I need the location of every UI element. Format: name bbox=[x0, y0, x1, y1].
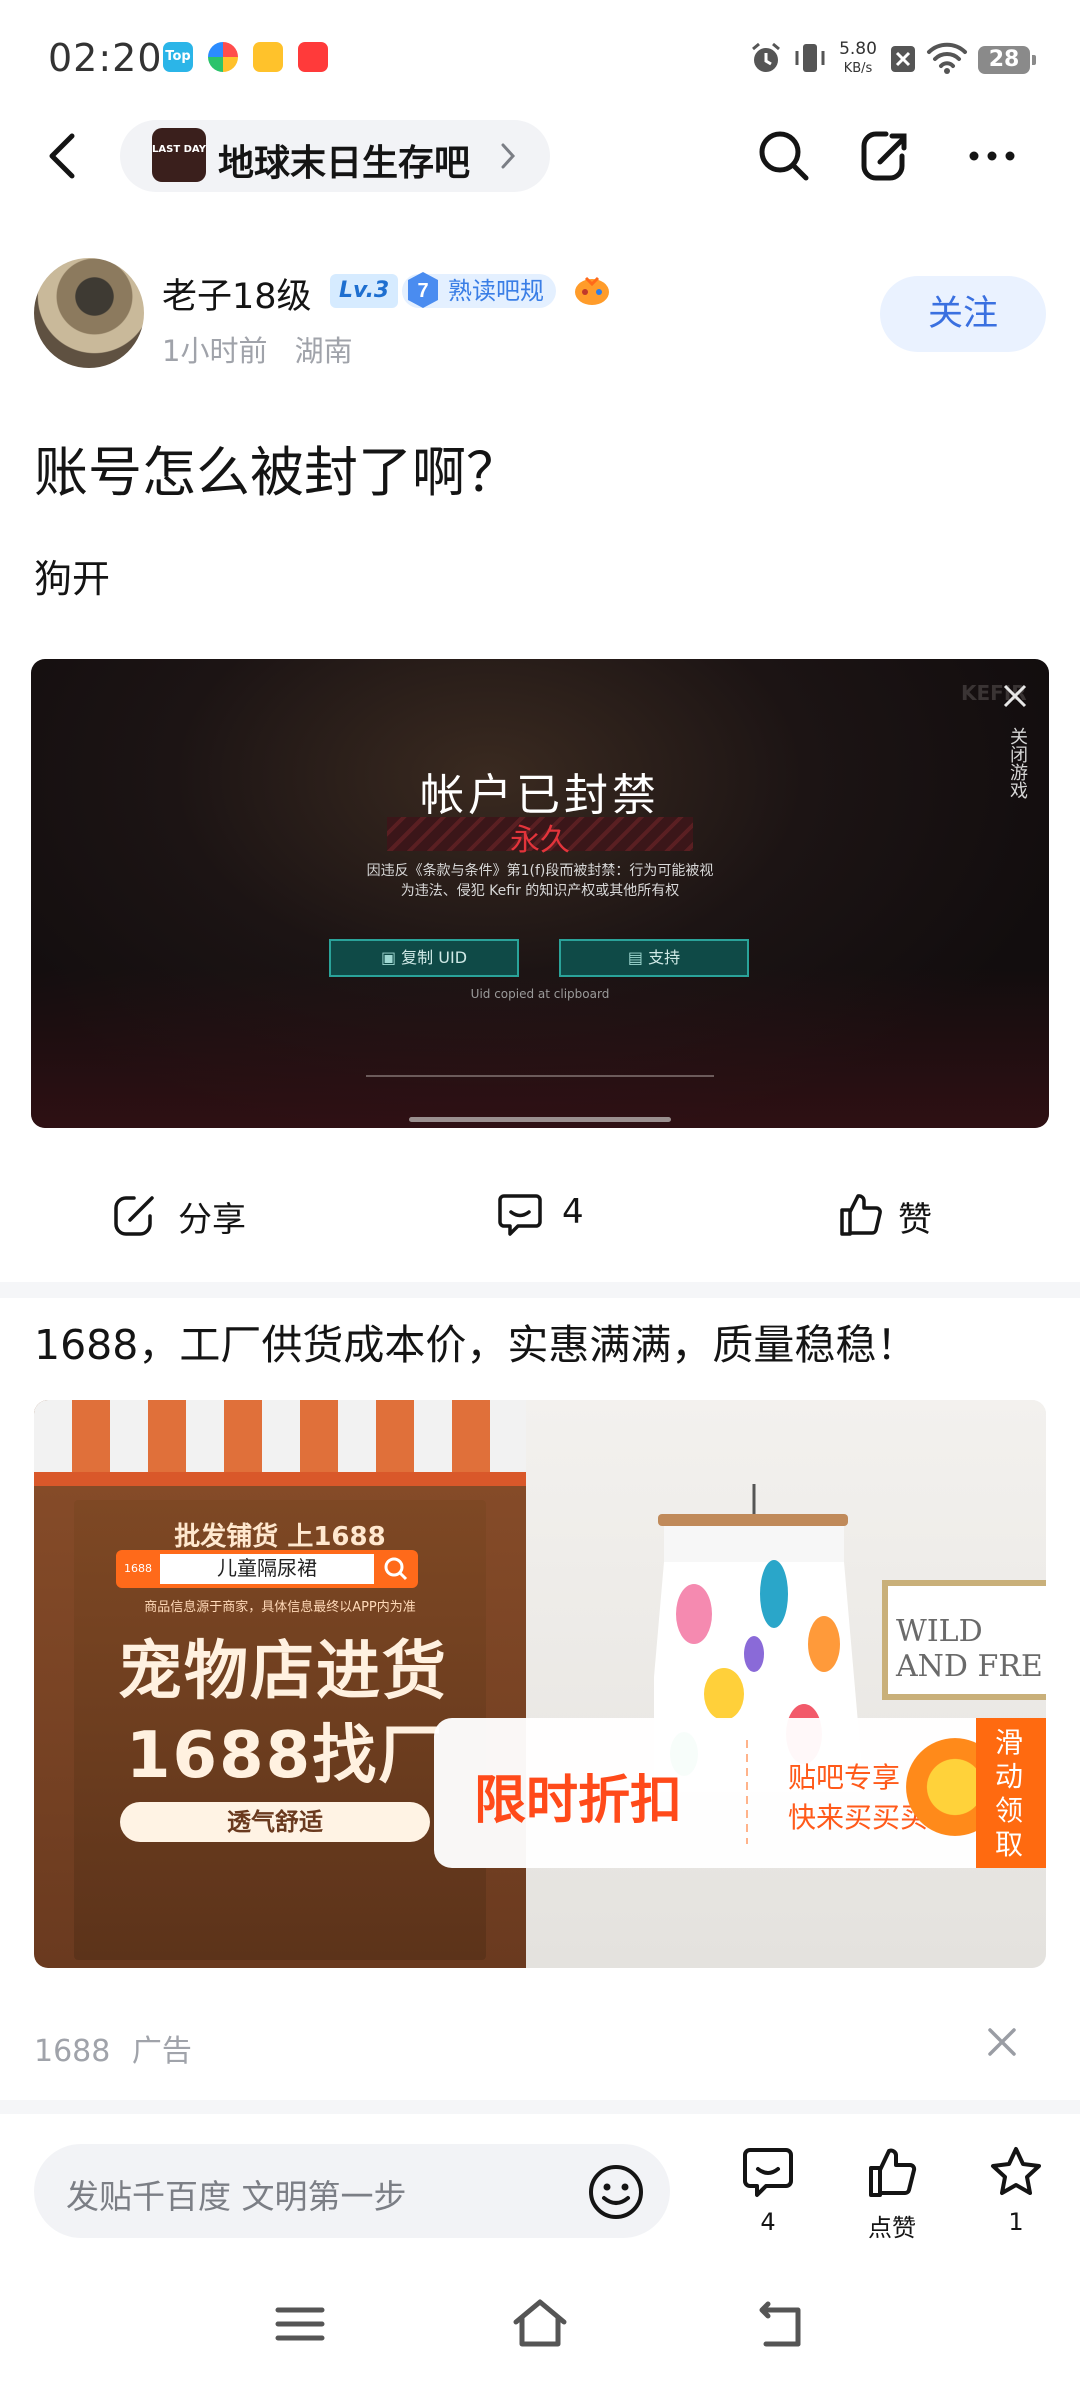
follow-button[interactable]: 关注 bbox=[880, 276, 1046, 352]
ad-image-disclaimer: 商品信息源于商家，具体信息最终以APP内为准 bbox=[144, 1600, 416, 1615]
section-divider bbox=[0, 2100, 1080, 2114]
ad-source: 1688 广告 bbox=[34, 2026, 192, 2070]
ad-image[interactable]: 批发铺货 上1688 1688 儿童隔尿裙 商品信息源于商家，具体信息最终以AP… bbox=[34, 1400, 1046, 1968]
alarm-icon bbox=[752, 42, 780, 72]
image-desc-line2: 为违法、侵犯 Kefir 的知识产权或其他所有权 bbox=[400, 883, 680, 899]
image-banner-text: 永久 bbox=[510, 823, 570, 858]
ad-image-top-text: 批发铺货 上1688 bbox=[174, 1522, 386, 1552]
image-copy-uid-button: ▣ 复制 UID bbox=[329, 939, 519, 977]
comment-action[interactable]: 4 bbox=[496, 1186, 616, 1246]
comment-count: 4 bbox=[760, 2208, 776, 2236]
network-speed-unit: KB/s bbox=[843, 61, 873, 76]
like-action[interactable]: 赞 bbox=[836, 1186, 966, 1246]
image-copy-uid-label: 复制 UID bbox=[401, 948, 468, 967]
search-icon[interactable] bbox=[754, 126, 814, 186]
image-heading: 帐户已封禁 bbox=[420, 770, 660, 821]
ad-image-search-text: 儿童隔尿裙 bbox=[217, 1556, 317, 1580]
ad-label: 广告 bbox=[131, 2034, 192, 2069]
forum-logo-text: LAST DAY bbox=[152, 144, 206, 155]
level-badge: Lv.3 bbox=[330, 274, 399, 308]
post-title: 账号怎么被封了啊？ bbox=[34, 441, 520, 504]
ad-image-awning bbox=[34, 1400, 526, 1472]
browser-app-icon bbox=[208, 42, 238, 72]
mail-app-icon bbox=[253, 42, 283, 72]
shopping-app-icon bbox=[298, 42, 328, 72]
ad-image-discount-divider bbox=[746, 1740, 748, 1844]
back-nav-icon[interactable] bbox=[750, 2296, 810, 2352]
post-body: 狗开 bbox=[34, 557, 111, 601]
post-location: 湖南 bbox=[294, 334, 353, 368]
vibrate-icon bbox=[795, 44, 825, 72]
game-emoji-icon bbox=[575, 276, 609, 305]
thumbs-up-icon[interactable] bbox=[864, 2144, 920, 2200]
thumbs-up-icon bbox=[840, 1194, 882, 1236]
home-icon[interactable] bbox=[510, 2296, 570, 2352]
reply-placeholder[interactable]: 发贴千百度 文明第一步 bbox=[66, 2170, 407, 2218]
image-close-icon bbox=[1003, 684, 1027, 708]
search-icon bbox=[384, 1557, 408, 1581]
status-time: 02:20 bbox=[48, 36, 163, 80]
author-name[interactable]: 老子18级 bbox=[162, 268, 312, 319]
close-icon[interactable] bbox=[982, 2022, 1022, 2062]
author-meta: 1小时前 湖南 bbox=[162, 328, 353, 370]
image-note: Uid copied at clipboard bbox=[470, 987, 610, 1001]
comment-icon bbox=[498, 1194, 542, 1236]
forum-logo: LAST DAY bbox=[152, 128, 206, 182]
share-icon[interactable] bbox=[856, 126, 916, 186]
title-badge-number-text: 7 bbox=[417, 280, 428, 302]
ad-image-headline-1: 宠物店进货 bbox=[118, 1635, 448, 1709]
share-icon bbox=[114, 1196, 154, 1236]
star-icon[interactable] bbox=[988, 2144, 1044, 2200]
like-label: 赞 bbox=[898, 1200, 932, 1240]
image-home-indicator bbox=[409, 1117, 671, 1122]
post-time: 1小时前 bbox=[162, 334, 268, 368]
share-label: 分享 bbox=[178, 1200, 246, 1240]
battery-indicator: 28 bbox=[978, 46, 1036, 74]
ad-image-headline-2: 1688找厂 bbox=[126, 1719, 445, 1793]
menu-icon[interactable] bbox=[270, 2296, 330, 2352]
image-desc-line1: 因违反《条款与条件》第1(f)段而被封禁：行为可能被视 bbox=[366, 863, 714, 879]
ad-source-name: 1688 bbox=[34, 2034, 111, 2069]
share-action[interactable]: 分享 bbox=[112, 1186, 282, 1246]
ad-image-slide-tag-text: 滑动领取 bbox=[994, 1726, 1023, 1861]
chevron-right-icon bbox=[501, 143, 516, 169]
wifi-icon bbox=[927, 42, 967, 74]
back-icon[interactable] bbox=[36, 122, 92, 190]
more-icon[interactable] bbox=[962, 126, 1022, 186]
ad-title[interactable]: 1688，工厂供货成本价，实惠满满，质量稳稳！ bbox=[34, 1311, 917, 1371]
section-divider bbox=[0, 1282, 1080, 1298]
post-image[interactable]: KEFIR 关闭游戏 帐户已封禁 永久 因违反《条款与条件》第1(f)段而被封禁… bbox=[31, 659, 1049, 1128]
forum-name[interactable]: 地球末日生存吧 bbox=[218, 134, 470, 186]
ad-image-discount-sub-2: 快来买买买 bbox=[788, 1801, 929, 1834]
ad-image-pill: 透气舒适 bbox=[120, 1802, 430, 1842]
image-divider bbox=[366, 1075, 714, 1077]
star-count: 1 bbox=[1008, 2208, 1024, 2236]
status-bar: 02:20 Top 5.80 KB/s 28 bbox=[0, 0, 1080, 118]
ad-image-awning-edge bbox=[34, 1472, 526, 1486]
ad-image-sign-text: WILD AND FRE bbox=[896, 1614, 1043, 1684]
avatar[interactable] bbox=[34, 258, 144, 368]
emoji-icon[interactable] bbox=[586, 2162, 646, 2222]
network-speed: 5.80 KB/s bbox=[836, 40, 880, 78]
top-app-icon: Top bbox=[163, 42, 193, 72]
network-speed-value: 5.80 bbox=[839, 39, 877, 59]
ad-image-search-button bbox=[374, 1550, 418, 1588]
image-support-button: ▤ 支持 bbox=[559, 939, 749, 977]
image-support-label: 支持 bbox=[648, 948, 681, 967]
ad-image-discount-text: 限时折扣 bbox=[474, 1771, 683, 1831]
comment-count: 4 bbox=[562, 1192, 584, 1232]
image-description: 因违反《条款与条件》第1(f)段而被封禁：行为可能被视 为违法、侵犯 Kefir… bbox=[31, 861, 1049, 901]
title-badge-number: 7 bbox=[408, 272, 438, 308]
comment-icon[interactable] bbox=[740, 2144, 796, 2200]
like-label: 点赞 bbox=[868, 2214, 916, 2242]
no-sim-icon bbox=[891, 46, 915, 72]
